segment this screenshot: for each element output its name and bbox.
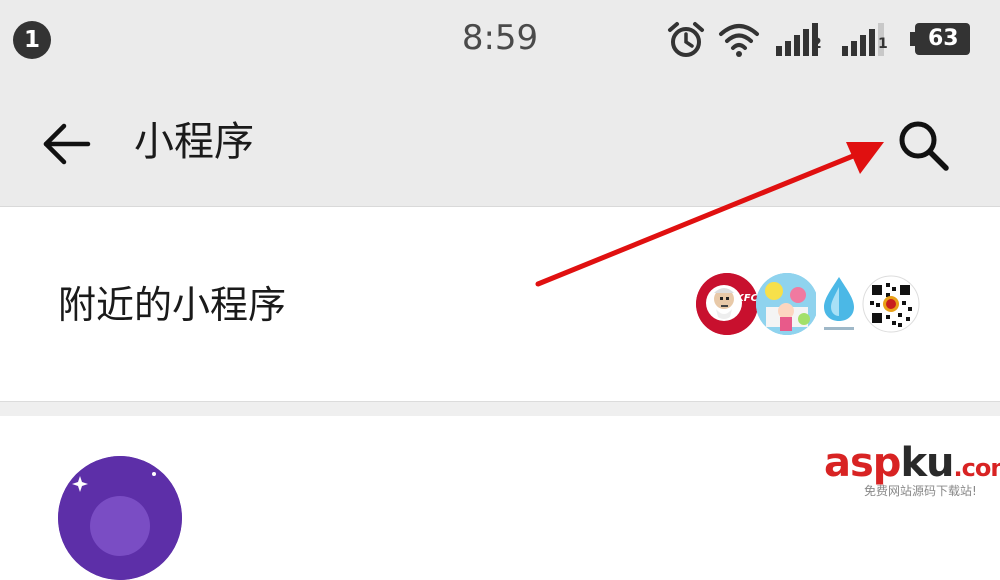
signal-icon — [842, 23, 884, 56]
kfc-logo: KFC — [696, 273, 758, 335]
nearby-label: 附近的小程序 — [58, 283, 287, 327]
back-arrow-icon — [43, 123, 91, 165]
kfc-text: KFC — [736, 293, 758, 304]
search-button[interactable] — [890, 112, 954, 176]
watermark-asp: asp — [824, 440, 901, 486]
page-title: 小程序 — [134, 119, 254, 165]
sim2-label: 1 — [878, 36, 888, 52]
toolbar: 小程序 — [0, 78, 1000, 207]
signal-icon — [776, 23, 818, 56]
avatar — [58, 456, 182, 580]
status-icons: 2 1 63 — [666, 16, 986, 60]
wifi-icon — [719, 24, 759, 57]
status-bar: 1 8:59 2 1 63 — [0, 0, 1000, 78]
search-icon — [899, 121, 949, 171]
clock: 8:59 — [461, 18, 539, 58]
qr-logo — [862, 273, 924, 335]
battery-level: 63 — [928, 26, 959, 51]
watermark-com: .com — [953, 454, 1000, 482]
alarm-icon — [668, 22, 704, 57]
back-button[interactable] — [40, 118, 92, 170]
section-divider — [0, 402, 1000, 416]
nearby-mini-programs-row[interactable]: 附近的小程序 KFC — [0, 207, 1000, 402]
notification-badge[interactable]: 1 — [13, 21, 51, 59]
watermark-ku: ku — [900, 440, 954, 486]
watermark-subtitle: 免费网站源码下载站! — [864, 484, 977, 498]
watermark: aspku.com 免费网站源码下载站! — [824, 440, 1000, 498]
cartoon-logo — [756, 273, 818, 335]
sim1-label: 2 — [812, 36, 822, 52]
